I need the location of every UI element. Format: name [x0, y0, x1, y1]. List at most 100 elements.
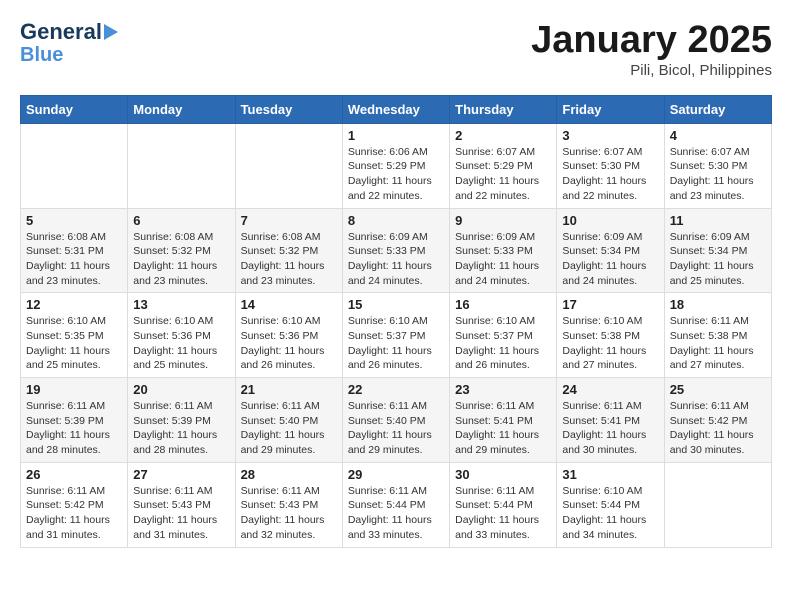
calendar-cell: 23 Sunrise: 6:11 AMSunset: 5:41 PMDayligh… — [450, 378, 557, 463]
day-number: 11 — [670, 213, 766, 228]
day-number: 19 — [26, 382, 122, 397]
day-number: 5 — [26, 213, 122, 228]
calendar-cell: 22Sunrise: 6:11 AMSunset: 5:40 PMDayligh… — [342, 378, 449, 463]
day-number: 7 — [241, 213, 337, 228]
calendar-cell: 21 Sunrise: 6:11 AMSunset: 5:40 PMDayligh… — [235, 378, 342, 463]
day-info: Sunrise: 6:07 AMSunset: 5:30 PMDaylight:… — [562, 145, 658, 204]
calendar-cell — [235, 123, 342, 208]
day-info: Sunrise: 6:11 AMSunset: 5:43 PMDaylight:… — [133, 484, 229, 543]
calendar-cell: 29 Sunrise: 6:11 AMSunset: 5:44 PMDayligh… — [342, 462, 449, 547]
day-info: Sunrise: 6:10 AMSunset: 5:35 PMDaylight:… — [26, 314, 122, 373]
calendar-cell: 5 Sunrise: 6:08 AMSunset: 5:31 PMDaylight… — [21, 208, 128, 293]
day-info: Sunrise: 6:10 AMSunset: 5:36 PMDaylight:… — [133, 314, 229, 373]
calendar-cell: 18 Sunrise: 6:11 AMSunset: 5:38 PMDayligh… — [664, 293, 771, 378]
day-number: 27 — [133, 467, 229, 482]
day-number: 1 — [348, 128, 444, 143]
calendar-cell: 30Sunrise: 6:11 AMSunset: 5:44 PMDayligh… — [450, 462, 557, 547]
calendar-week-2: 5 Sunrise: 6:08 AMSunset: 5:31 PMDaylight… — [21, 208, 772, 293]
calendar-cell: 9Sunrise: 6:09 AMSunset: 5:33 PMDaylight… — [450, 208, 557, 293]
column-header-saturday: Saturday — [664, 95, 771, 123]
column-header-wednesday: Wednesday — [342, 95, 449, 123]
day-number: 28 — [241, 467, 337, 482]
calendar-cell: 15 Sunrise: 6:10 AMSunset: 5:37 PMDayligh… — [342, 293, 449, 378]
day-number: 8 — [348, 213, 444, 228]
day-number: 23 — [455, 382, 551, 397]
day-info: Sunrise: 6:11 AMSunset: 5:40 PMDaylight:… — [241, 399, 337, 458]
calendar-cell — [128, 123, 235, 208]
column-header-thursday: Thursday — [450, 95, 557, 123]
day-info: Sunrise: 6:08 AMSunset: 5:32 PMDaylight:… — [241, 230, 337, 289]
calendar-cell: 3 Sunrise: 6:07 AMSunset: 5:30 PMDaylight… — [557, 123, 664, 208]
calendar-week-4: 19 Sunrise: 6:11 AMSunset: 5:39 PMDayligh… — [21, 378, 772, 463]
day-number: 29 — [348, 467, 444, 482]
calendar-cell: 12Sunrise: 6:10 AMSunset: 5:35 PMDayligh… — [21, 293, 128, 378]
day-number: 6 — [133, 213, 229, 228]
calendar-cell: 24 Sunrise: 6:11 AMSunset: 5:41 PMDayligh… — [557, 378, 664, 463]
calendar-cell: 11 Sunrise: 6:09 AMSunset: 5:34 PMDayligh… — [664, 208, 771, 293]
calendar-table: SundayMondayTuesdayWednesdayThursdayFrid… — [20, 95, 772, 548]
column-header-sunday: Sunday — [21, 95, 128, 123]
day-number: 15 — [348, 297, 444, 312]
day-number: 17 — [562, 297, 658, 312]
day-number: 25 — [670, 382, 766, 397]
calendar-cell: 1Sunrise: 6:06 AMSunset: 5:29 PMDaylight… — [342, 123, 449, 208]
day-number: 26 — [26, 467, 122, 482]
day-info: Sunrise: 6:09 AMSunset: 5:34 PMDaylight:… — [562, 230, 658, 289]
logo: General Blue — [20, 20, 118, 66]
calendar-cell — [664, 462, 771, 547]
calendar-cell: 14 Sunrise: 6:10 AMSunset: 5:36 PMDayligh… — [235, 293, 342, 378]
day-number: 4 — [670, 128, 766, 143]
calendar-cell — [21, 123, 128, 208]
calendar-cell: 6Sunrise: 6:08 AMSunset: 5:32 PMDaylight… — [128, 208, 235, 293]
calendar-week-5: 26Sunrise: 6:11 AMSunset: 5:42 PMDayligh… — [21, 462, 772, 547]
calendar-week-3: 12Sunrise: 6:10 AMSunset: 5:35 PMDayligh… — [21, 293, 772, 378]
calendar-cell: 10Sunrise: 6:09 AMSunset: 5:34 PMDayligh… — [557, 208, 664, 293]
day-info: Sunrise: 6:11 AMSunset: 5:41 PMDaylight:… — [455, 399, 551, 458]
day-info: Sunrise: 6:10 AMSunset: 5:36 PMDaylight:… — [241, 314, 337, 373]
day-number: 16 — [455, 297, 551, 312]
day-info: Sunrise: 6:07 AMSunset: 5:30 PMDaylight:… — [670, 145, 766, 204]
calendar-cell: 31Sunrise: 6:10 AMSunset: 5:44 PMDayligh… — [557, 462, 664, 547]
day-number: 24 — [562, 382, 658, 397]
calendar-cell: 19 Sunrise: 6:11 AMSunset: 5:39 PMDayligh… — [21, 378, 128, 463]
page-header: General Blue January 2025 Pili, Bicol, P… — [20, 20, 772, 79]
day-number: 3 — [562, 128, 658, 143]
calendar-cell: 4 Sunrise: 6:07 AMSunset: 5:30 PMDaylight… — [664, 123, 771, 208]
day-number: 2 — [455, 128, 551, 143]
calendar-cell: 13Sunrise: 6:10 AMSunset: 5:36 PMDayligh… — [128, 293, 235, 378]
day-info: Sunrise: 6:07 AMSunset: 5:29 PMDaylight:… — [455, 145, 551, 204]
day-info: Sunrise: 6:10 AMSunset: 5:37 PMDaylight:… — [348, 314, 444, 373]
calendar-cell: 2 Sunrise: 6:07 AMSunset: 5:29 PMDaylight… — [450, 123, 557, 208]
title-section: January 2025 Pili, Bicol, Philippines — [531, 20, 772, 79]
day-info: Sunrise: 6:11 AMSunset: 5:38 PMDaylight:… — [670, 314, 766, 373]
day-info: Sunrise: 6:11 AMSunset: 5:43 PMDaylight:… — [241, 484, 337, 543]
day-info: Sunrise: 6:09 AMSunset: 5:33 PMDaylight:… — [348, 230, 444, 289]
day-info: Sunrise: 6:11 AMSunset: 5:40 PMDaylight:… — [348, 399, 444, 458]
day-number: 31 — [562, 467, 658, 482]
calendar-cell: 28 Sunrise: 6:11 AMSunset: 5:43 PMDayligh… — [235, 462, 342, 547]
calendar-cell: 27 Sunrise: 6:11 AMSunset: 5:43 PMDayligh… — [128, 462, 235, 547]
calendar-cell: 17 Sunrise: 6:10 AMSunset: 5:38 PMDayligh… — [557, 293, 664, 378]
day-number: 18 — [670, 297, 766, 312]
column-header-monday: Monday — [128, 95, 235, 123]
day-info: Sunrise: 6:11 AMSunset: 5:44 PMDaylight:… — [455, 484, 551, 543]
day-info: Sunrise: 6:11 AMSunset: 5:39 PMDaylight:… — [133, 399, 229, 458]
day-info: Sunrise: 6:08 AMSunset: 5:31 PMDaylight:… — [26, 230, 122, 289]
day-info: Sunrise: 6:09 AMSunset: 5:34 PMDaylight:… — [670, 230, 766, 289]
day-number: 21 — [241, 382, 337, 397]
calendar-cell: 20Sunrise: 6:11 AMSunset: 5:39 PMDayligh… — [128, 378, 235, 463]
column-header-tuesday: Tuesday — [235, 95, 342, 123]
calendar-cell: 16Sunrise: 6:10 AMSunset: 5:37 PMDayligh… — [450, 293, 557, 378]
day-number: 14 — [241, 297, 337, 312]
day-info: Sunrise: 6:11 AMSunset: 5:39 PMDaylight:… — [26, 399, 122, 458]
day-info: Sunrise: 6:10 AMSunset: 5:38 PMDaylight:… — [562, 314, 658, 373]
calendar-cell: 7 Sunrise: 6:08 AMSunset: 5:32 PMDaylight… — [235, 208, 342, 293]
logo-blue: Blue — [20, 44, 63, 66]
calendar-cell: 25Sunrise: 6:11 AMSunset: 5:42 PMDayligh… — [664, 378, 771, 463]
logo-text: General — [20, 20, 102, 44]
day-info: Sunrise: 6:11 AMSunset: 5:44 PMDaylight:… — [348, 484, 444, 543]
day-info: Sunrise: 6:11 AMSunset: 5:41 PMDaylight:… — [562, 399, 658, 458]
calendar-header-row: SundayMondayTuesdayWednesdayThursdayFrid… — [21, 95, 772, 123]
calendar-cell: 8 Sunrise: 6:09 AMSunset: 5:33 PMDaylight… — [342, 208, 449, 293]
month-title: January 2025 — [531, 20, 772, 62]
